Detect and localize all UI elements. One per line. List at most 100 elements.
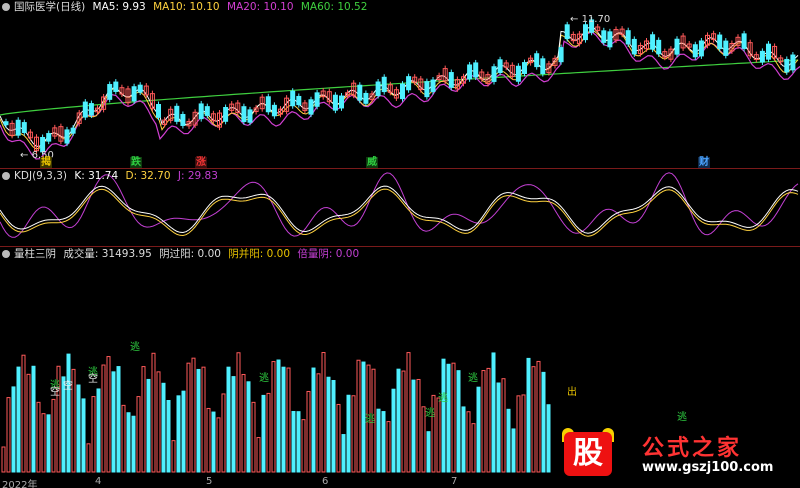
candle-body	[82, 101, 88, 118]
volume-bar	[141, 366, 146, 473]
volume-bar	[16, 366, 21, 473]
x-axis-label: 5	[206, 476, 213, 487]
candle-body	[534, 53, 540, 68]
candle-body	[448, 72, 454, 88]
candle-body	[247, 109, 253, 123]
ma10-value: MA10: 10.10	[153, 1, 220, 13]
candle-body	[314, 92, 320, 107]
candle-body	[296, 95, 302, 106]
candle-body	[759, 50, 765, 63]
candle-body	[766, 43, 771, 60]
candle-body	[497, 59, 503, 74]
candle-body	[491, 66, 497, 82]
volume-panel-header: 量柱三阴 成交量: 31493.95 阴过阳: 0.00 阴并阳: 0.00 倍…	[2, 247, 363, 261]
volume-bar	[206, 407, 211, 473]
volume-bar	[156, 371, 161, 473]
volume-bar	[321, 352, 326, 473]
x-axis-label: 7	[451, 476, 458, 487]
volume-bar	[236, 352, 241, 473]
volume-bar	[521, 394, 526, 473]
candle-body	[70, 127, 76, 134]
candle-body	[290, 90, 296, 107]
volume-bar	[136, 396, 141, 473]
candle-body	[332, 94, 338, 111]
candle-body	[131, 86, 137, 102]
gear-icon[interactable]	[2, 250, 10, 258]
yin-guo-yang-value: 阴过阳: 0.00	[159, 248, 221, 260]
volume-bar	[481, 370, 486, 473]
volume-bar	[326, 376, 331, 473]
volume-bar	[81, 398, 86, 473]
volume-signal: 逃	[677, 412, 687, 423]
event-tag[interactable]: 财	[698, 157, 710, 168]
candle-body	[21, 122, 27, 134]
site-name: 公式之家	[642, 436, 743, 461]
kdj-k-value: K: 31.74	[74, 170, 119, 182]
candle-body	[631, 38, 637, 55]
kdj-j-value: J: 29.83	[177, 170, 218, 182]
event-tag[interactable]: 威	[366, 157, 378, 168]
volume-bar	[251, 401, 256, 473]
ma60-value: MA60: 10.52	[300, 1, 368, 13]
volume-title: 量柱三阴	[14, 248, 56, 260]
volume-bar	[221, 393, 226, 473]
volume-signal: 空	[63, 381, 73, 392]
candle-body	[375, 81, 381, 97]
candle-body	[174, 105, 180, 122]
gear-icon[interactable]	[2, 3, 10, 11]
volume-bar	[161, 382, 166, 473]
candle-body	[430, 79, 436, 92]
volume-bar	[41, 413, 46, 473]
volume-bar	[541, 371, 546, 473]
volume-bar	[491, 352, 496, 473]
kdj-k-line	[0, 185, 799, 234]
candle-body	[540, 58, 546, 74]
event-tag[interactable]: 跌	[130, 157, 142, 168]
volume-bar	[171, 440, 176, 473]
volume-bar	[516, 395, 521, 473]
site-watermark: 股 公式之家 www.gszj100.com	[558, 428, 798, 484]
candle-body	[271, 104, 277, 117]
volume-bar	[496, 382, 501, 473]
volume-bar	[356, 359, 361, 473]
volume-bar	[1, 446, 6, 473]
gear-icon[interactable]	[2, 172, 10, 180]
volume-bar	[386, 421, 391, 473]
volume-bar	[261, 394, 266, 473]
candle-body	[601, 30, 607, 43]
candle-body	[717, 34, 723, 50]
volume-bar	[336, 403, 341, 473]
candle-body	[156, 104, 161, 118]
candle-body	[339, 95, 344, 109]
candle-body	[692, 44, 698, 58]
volume-bar	[306, 390, 311, 473]
volume-bar	[476, 386, 481, 473]
volume-bar	[301, 419, 306, 473]
event-tag[interactable]: 涨	[195, 157, 207, 168]
bei-liang-yin-value: 倍量阴: 0.00	[297, 248, 360, 260]
candle-body	[241, 106, 247, 123]
stock-title: 国际医学(日线)	[14, 1, 86, 13]
volume-bar	[86, 443, 91, 473]
volume-bar	[341, 434, 346, 473]
volume-bar	[296, 411, 301, 473]
main-panel-header: 国际医学(日线) MA5: 9.93 MA10: 10.10 MA20: 10.…	[2, 0, 371, 14]
volume-bar	[546, 404, 551, 473]
volume-bar	[51, 398, 56, 473]
volume-bar	[96, 388, 101, 473]
volume-bar	[311, 367, 316, 473]
candle-body	[698, 40, 704, 57]
candle-body	[64, 129, 70, 144]
x-axis-label: 6	[322, 476, 329, 487]
volume-bar	[376, 408, 381, 473]
event-tag[interactable]: 揭	[40, 157, 52, 168]
volume-bar	[441, 358, 446, 473]
candle-body	[790, 54, 796, 71]
volume-bar	[456, 370, 461, 473]
candle-body	[223, 107, 229, 122]
volume-bar	[416, 378, 421, 473]
volume-bar	[231, 376, 236, 473]
volume-bar	[121, 404, 126, 473]
candle-body	[107, 84, 113, 100]
candle-body	[473, 62, 479, 78]
